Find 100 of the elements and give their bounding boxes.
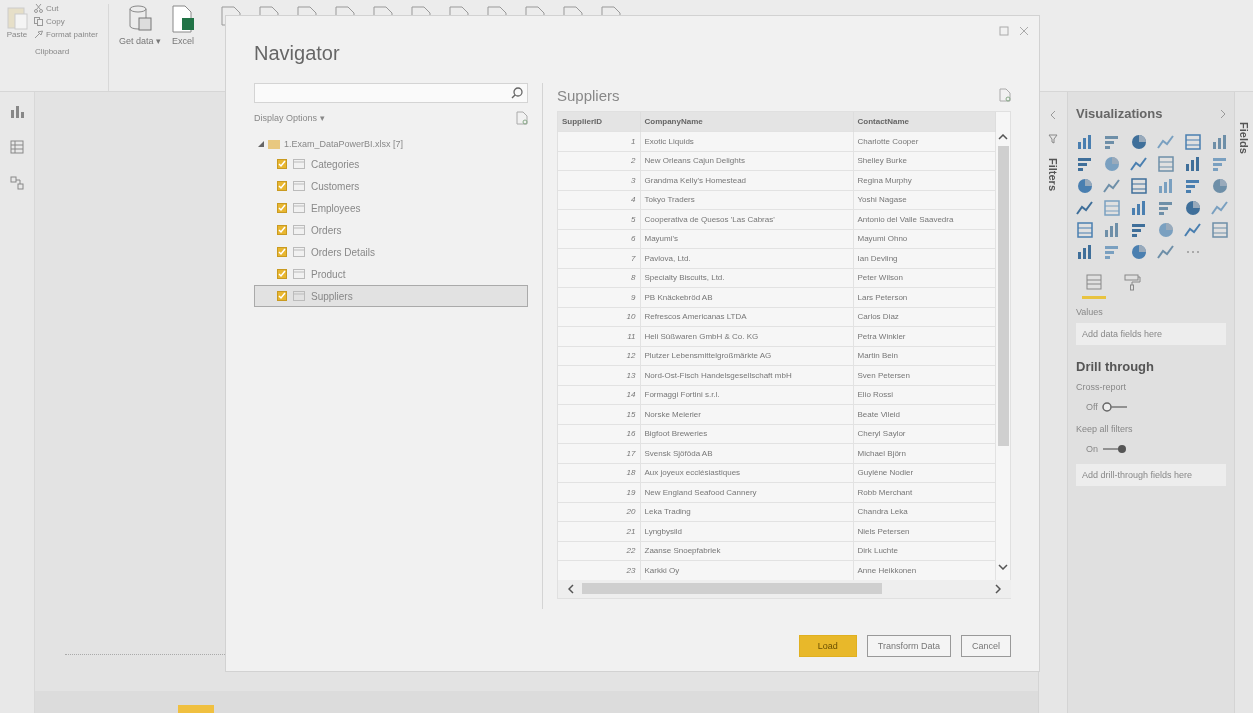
checkbox[interactable] <box>277 225 287 235</box>
chart-type-icon[interactable] <box>1157 221 1175 239</box>
cut-button[interactable]: Cut <box>46 4 59 13</box>
dialog-button[interactable]: Transform Data <box>866 635 951 657</box>
excel-button[interactable]: Excel <box>171 4 196 91</box>
chart-type-icon[interactable] <box>1076 155 1094 173</box>
chart-type-icon[interactable] <box>1157 155 1175 173</box>
chart-type-icon[interactable] <box>1157 133 1175 151</box>
chart-type-icon[interactable] <box>1103 243 1121 261</box>
chart-type-icon[interactable] <box>1130 221 1148 239</box>
tree-item[interactable]: Employees <box>254 197 528 219</box>
tree-item[interactable]: Categories <box>254 153 528 175</box>
table-cell: 14 <box>558 385 640 405</box>
table-cell: Chandra Leka <box>853 502 995 522</box>
chevron-left-icon[interactable] <box>1050 110 1056 120</box>
copy-icon[interactable] <box>34 17 43 26</box>
chart-type-icon[interactable] <box>1130 199 1148 217</box>
chart-type-icon[interactable] <box>1076 221 1094 239</box>
toggle-switch[interactable]: Off <box>1086 402 1226 412</box>
filters-pane-title[interactable]: Filters <box>1047 158 1059 191</box>
chart-type-icon[interactable] <box>1103 221 1121 239</box>
scissors-icon[interactable] <box>34 4 43 13</box>
scrollbar-thumb[interactable] <box>582 583 882 594</box>
chart-type-icon[interactable] <box>1076 133 1094 151</box>
get-data-button[interactable]: Get data ▾ <box>119 4 162 91</box>
checkbox[interactable] <box>277 159 287 169</box>
chart-type-icon[interactable] <box>1211 155 1229 173</box>
drop-field[interactable]: Add data fields here <box>1076 323 1226 345</box>
scroll-left-icon[interactable] <box>568 583 574 594</box>
drop-field[interactable]: Add drill-through fields here <box>1076 464 1226 486</box>
format-painter-button[interactable]: Format painter <box>46 30 99 39</box>
scrollbar-thumb[interactable] <box>997 146 1009 446</box>
checkbox[interactable] <box>277 203 287 213</box>
chart-type-icon[interactable] <box>1184 177 1202 195</box>
load-button[interactable]: Load <box>798 635 857 657</box>
chart-type-icon[interactable] <box>1211 221 1229 239</box>
dialog-button[interactable]: Cancel <box>961 635 1011 657</box>
refresh-icon[interactable] <box>516 111 528 125</box>
table-cell: Shelley Burke <box>853 151 995 171</box>
tree-item[interactable]: Suppliers <box>254 285 528 307</box>
pane-title: Visualizations <box>1076 106 1163 121</box>
report-view-icon[interactable] <box>10 104 24 118</box>
tree-item[interactable]: Orders Details <box>254 241 528 263</box>
chart-type-icon[interactable] <box>1184 155 1202 173</box>
model-view-icon[interactable] <box>10 176 24 190</box>
chart-type-icon[interactable] <box>1103 177 1121 195</box>
chart-type-icon[interactable] <box>1211 199 1229 217</box>
checkbox[interactable] <box>277 181 287 191</box>
chart-type-icon[interactable] <box>1157 199 1175 217</box>
chart-type-icon[interactable] <box>1157 177 1175 195</box>
refresh-icon[interactable] <box>999 88 1011 102</box>
fields-pane-title[interactable]: Fields <box>1238 122 1250 713</box>
checkbox[interactable] <box>277 269 287 279</box>
search-field[interactable] <box>254 83 528 103</box>
tree-item[interactable]: Orders <box>254 219 528 241</box>
paste-button[interactable]: Paste <box>6 4 28 39</box>
chart-type-icon[interactable] <box>1211 177 1229 195</box>
chart-type-icon[interactable] <box>1103 199 1121 217</box>
tree-item[interactable]: Product <box>254 263 528 285</box>
column-header[interactable]: CompanyName <box>640 112 853 132</box>
copy-button[interactable]: Copy <box>46 17 65 26</box>
chart-type-icon[interactable] <box>1103 133 1121 151</box>
chart-type-icon[interactable] <box>1184 221 1202 239</box>
scroll-up-icon[interactable] <box>998 134 1008 140</box>
column-header[interactable]: ContactName <box>853 112 995 132</box>
table-cell: Cheryl Saylor <box>853 424 995 444</box>
chart-type-icon[interactable] <box>1076 177 1094 195</box>
checkbox[interactable] <box>277 291 287 301</box>
display-options-dropdown[interactable]: Display Options ▾ <box>254 113 325 123</box>
maximize-button[interactable] <box>999 24 1009 39</box>
chart-type-icon[interactable] <box>1184 199 1202 217</box>
tree-item[interactable]: Customers <box>254 175 528 197</box>
chart-type-icon[interactable] <box>1076 243 1094 261</box>
chevron-right-icon[interactable] <box>1220 108 1226 119</box>
table-view-icon[interactable] <box>10 140 24 154</box>
chart-type-icon[interactable] <box>1076 199 1094 217</box>
chart-type-icon[interactable] <box>1184 133 1202 151</box>
tree-item[interactable]: 1.Exam_DataPowerBI.xlsx [7] <box>284 139 404 149</box>
pane-tab[interactable] <box>1082 273 1106 299</box>
table-cell: Yoshi Nagase <box>853 190 995 210</box>
chart-type-icon[interactable] <box>1130 133 1148 151</box>
table-icon <box>293 247 305 257</box>
table-cell: Elio Rossi <box>853 385 995 405</box>
table-icon <box>293 225 305 235</box>
chart-type-icon[interactable] <box>1211 133 1229 151</box>
scroll-down-icon[interactable] <box>998 563 1008 570</box>
chart-type-icon[interactable] <box>1130 243 1148 261</box>
chart-type-icon[interactable] <box>1130 155 1148 173</box>
chart-type-icon[interactable] <box>1130 177 1148 195</box>
scroll-right-icon[interactable] <box>994 583 1001 594</box>
chart-type-icon[interactable] <box>1103 155 1121 173</box>
toggle-off-icon <box>1101 402 1128 412</box>
checkbox[interactable] <box>277 247 287 257</box>
table-cell: Niels Petersen <box>853 521 995 541</box>
column-header[interactable]: SupplierID <box>558 112 640 132</box>
table-cell: Exotic Liquids <box>640 131 853 151</box>
table-cell: 15 <box>558 404 640 424</box>
toggle-switch[interactable]: On <box>1086 444 1226 454</box>
expanded-triangle-icon[interactable] <box>258 141 264 147</box>
chart-type-icon[interactable] <box>1157 243 1175 261</box>
